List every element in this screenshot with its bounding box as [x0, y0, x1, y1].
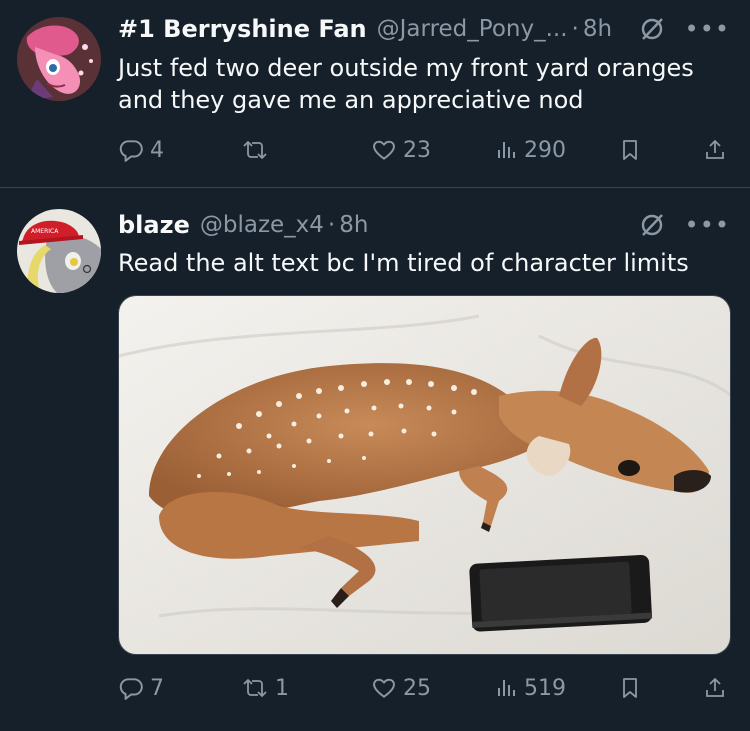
reply-button[interactable]: 7 [118, 675, 164, 701]
avatar[interactable]: AMERICA [17, 209, 101, 293]
display-name[interactable]: #1 Berryshine Fan [118, 15, 367, 43]
bookmark-icon [618, 675, 642, 701]
svg-text:AMERICA: AMERICA [31, 228, 59, 235]
tweet[interactable]: AMERICA blaze @blaze_x4 · 8h ••• Read th… [0, 189, 750, 731]
reply-count: 4 [150, 137, 164, 163]
action-bar: 7 1 25 519 [118, 675, 730, 705]
views-button[interactable]: 519 [494, 675, 566, 701]
views-icon [494, 675, 518, 701]
bookmark-button[interactable] [618, 675, 642, 701]
grok-icon[interactable] [639, 16, 665, 42]
retweet-button[interactable] [241, 137, 275, 163]
heart-icon [371, 675, 397, 701]
heart-icon [371, 137, 397, 163]
separator-dot: · [571, 16, 579, 42]
tweet-header: blaze @blaze_x4 · 8h ••• [118, 209, 730, 241]
view-count: 519 [524, 675, 566, 701]
retweet-icon [241, 675, 269, 701]
like-count: 25 [403, 675, 431, 701]
like-button[interactable]: 23 [371, 137, 431, 163]
media-image[interactable] [118, 295, 731, 655]
more-icon[interactable]: ••• [685, 213, 730, 237]
action-bar: 4 23 290 [118, 137, 730, 167]
share-button[interactable] [703, 137, 727, 163]
share-button[interactable] [703, 675, 727, 701]
reply-button[interactable]: 4 [118, 137, 164, 163]
views-icon [494, 137, 518, 163]
bookmark-button[interactable] [618, 137, 642, 163]
timestamp[interactable]: 8h [583, 16, 612, 42]
handle[interactable]: @Jarred_Pony_... [377, 16, 568, 42]
view-count: 290 [524, 137, 566, 163]
retweet-button[interactable]: 1 [241, 675, 289, 701]
tweet-text: Just fed two deer outside my front yard … [118, 54, 694, 114]
separator-dot: · [327, 212, 336, 238]
handle[interactable]: @blaze_x4 [200, 212, 324, 238]
grok-icon[interactable] [639, 212, 665, 238]
retweet-icon [241, 137, 269, 163]
bookmark-icon [618, 137, 642, 163]
tweet[interactable]: #1 Berryshine Fan @Jarred_Pony_... · 8h … [0, 0, 750, 188]
retweet-count: 1 [275, 675, 289, 701]
share-icon [703, 137, 727, 163]
share-icon [703, 675, 727, 701]
reply-icon [118, 137, 144, 163]
like-count: 23 [403, 137, 431, 163]
avatar[interactable] [17, 17, 101, 101]
views-button[interactable]: 290 [494, 137, 566, 163]
reply-count: 7 [150, 675, 164, 701]
reply-icon [118, 675, 144, 701]
tweet-text: Read the alt text bc I'm tired of charac… [118, 249, 689, 277]
display-name[interactable]: blaze [118, 211, 190, 239]
like-button[interactable]: 25 [371, 675, 431, 701]
timestamp[interactable]: 8h [339, 212, 368, 238]
tweet-header: #1 Berryshine Fan @Jarred_Pony_... · 8h … [118, 13, 730, 45]
more-icon[interactable]: ••• [685, 17, 730, 41]
